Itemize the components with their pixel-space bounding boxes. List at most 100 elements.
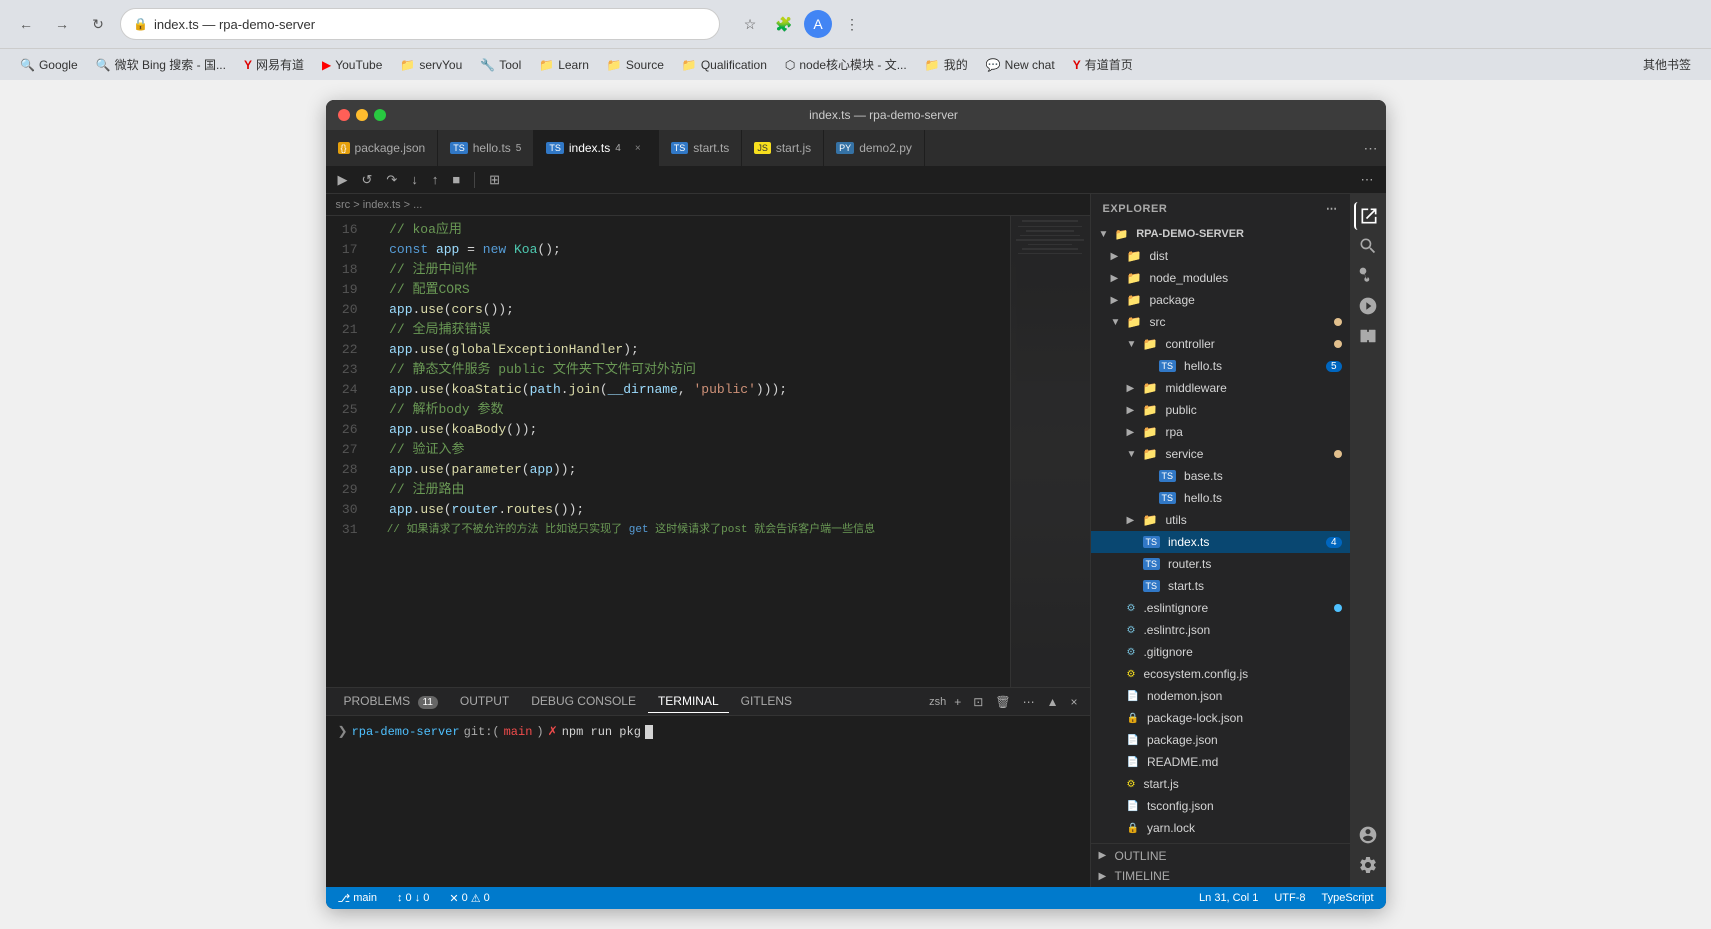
tree-item-eslintignore[interactable]: ⚙ .eslintignore: [1091, 597, 1350, 619]
bookmark-chat[interactable]: 💬 New chat: [978, 55, 1063, 75]
run-button[interactable]: ▶: [334, 170, 352, 190]
sidebar-more-button[interactable]: ⋯: [1326, 202, 1338, 215]
activity-debug-button[interactable]: [1354, 292, 1382, 320]
activity-explorer-button[interactable]: [1354, 202, 1382, 230]
tree-item-package[interactable]: ▶ 📁 package: [1091, 289, 1350, 311]
tab-terminal[interactable]: TERMINAL: [648, 690, 729, 713]
activity-search-button[interactable]: [1354, 232, 1382, 260]
tree-item-base-ts[interactable]: TS base.ts: [1091, 465, 1350, 487]
tree-item-controller[interactable]: ▼ 📁 controller: [1091, 333, 1350, 355]
bookmarks-more-button[interactable]: 其他书签: [1635, 53, 1699, 76]
bookmark-bing[interactable]: 🔍 微软 Bing 搜索 - 国...: [88, 53, 234, 76]
tab-start-ts[interactable]: TS start.ts: [659, 130, 743, 166]
tree-item-ecosystem[interactable]: ⚙ ecosystem.config.js: [1091, 663, 1350, 685]
back-button[interactable]: ←: [12, 10, 40, 38]
tab-demo2-py[interactable]: PY demo2.py: [824, 130, 925, 166]
tree-item-src[interactable]: ▼ 📁 src: [1091, 311, 1350, 333]
tree-root[interactable]: ▼ 📁 RPA-DEMO-SERVER: [1091, 223, 1350, 245]
tab-index-close[interactable]: ×: [630, 140, 646, 156]
code-content[interactable]: // koa应用 const app = new Koa(); // 注册中间件…: [366, 216, 1010, 687]
maximize-button[interactable]: [374, 109, 386, 121]
tab-hello-ts[interactable]: TS hello.ts 5: [438, 130, 534, 166]
tree-item-svc-hello[interactable]: TS hello.ts: [1091, 487, 1350, 509]
step-over-button[interactable]: ↷: [382, 170, 401, 190]
tree-item-timeline[interactable]: ▶ TIMELINE: [1091, 865, 1350, 887]
close-button[interactable]: [338, 109, 350, 121]
tree-item-start-ts[interactable]: TS start.ts: [1091, 575, 1350, 597]
statusbar-sync[interactable]: ↕ 0 ↓ 0: [393, 892, 433, 904]
terminal-close-button[interactable]: ×: [1066, 693, 1081, 711]
tree-item-pkg-json[interactable]: 📄 package.json: [1091, 729, 1350, 751]
tree-item-eslintrc[interactable]: ⚙ .eslintrc.json: [1091, 619, 1350, 641]
tab-debug-console[interactable]: DEBUG CONSOLE: [521, 690, 646, 713]
step-out-button[interactable]: ↑: [428, 170, 443, 189]
menu-button[interactable]: ⋮: [838, 10, 866, 38]
activity-settings-button[interactable]: [1354, 851, 1382, 879]
tree-item-gitignore[interactable]: ⚙ .gitignore: [1091, 641, 1350, 663]
tree-item-router-ts[interactable]: TS router.ts: [1091, 553, 1350, 575]
tree-item-rpa[interactable]: ▶ 📁 rpa: [1091, 421, 1350, 443]
bookmark-youdao[interactable]: Y 网易有道: [236, 53, 312, 76]
tree-item-yarn-lock[interactable]: 🔒 yarn.lock: [1091, 817, 1350, 839]
tree-item-middleware[interactable]: ▶ 📁 middleware: [1091, 377, 1350, 399]
tree-item-node-modules[interactable]: ▶ 📁 node_modules: [1091, 267, 1350, 289]
bookmark-star-button[interactable]: ☆: [736, 10, 764, 38]
tree-item-ctrl-hello[interactable]: TS hello.ts 5: [1091, 355, 1350, 377]
terminal-maximize-button[interactable]: ▲: [1043, 693, 1063, 711]
tab-output[interactable]: OUTPUT: [450, 690, 519, 713]
tree-item-nodemon[interactable]: 📄 nodemon.json: [1091, 685, 1350, 707]
code-area[interactable]: 16 17 18 19 20 21 22 23 24 25 26 27: [326, 216, 1010, 687]
address-bar[interactable]: 🔒 index.ts — rpa-demo-server: [120, 8, 720, 40]
tab-gitlens[interactable]: GITLENS: [731, 690, 802, 713]
tab-more-button[interactable]: ⋯: [1356, 140, 1386, 157]
terminal-split-button[interactable]: ⊡: [969, 693, 987, 711]
tab-problems[interactable]: PROBLEMS 11: [334, 690, 448, 713]
tree-item-utils[interactable]: ▶ 📁 utils: [1091, 509, 1350, 531]
tree-item-readme[interactable]: 📄 README.md: [1091, 751, 1350, 773]
split-editor-button[interactable]: ⊞: [485, 170, 504, 190]
terminal-body[interactable]: ❯ rpa-demo-server git:( main ) ✗ npm run…: [326, 716, 1090, 887]
activity-git-button[interactable]: [1354, 262, 1382, 290]
bookmark-node[interactable]: ⬡ node核心模块 - 文...: [777, 53, 915, 76]
minimize-button[interactable]: [356, 109, 368, 121]
statusbar-line-col[interactable]: Ln 31, Col 1: [1195, 892, 1262, 904]
tree-item-public[interactable]: ▶ 📁 public: [1091, 399, 1350, 421]
tree-item-index-ts[interactable]: TS index.ts 4: [1091, 531, 1350, 553]
refresh-button[interactable]: ↻: [84, 10, 112, 38]
index-ts-label: index.ts: [1168, 535, 1322, 549]
terminal-add-button[interactable]: +: [950, 693, 965, 711]
tree-item-tsconfig[interactable]: 📄 tsconfig.json: [1091, 795, 1350, 817]
tree-item-service[interactable]: ▼ 📁 service: [1091, 443, 1350, 465]
bookmark-tool[interactable]: 🔧 Tool: [472, 55, 529, 75]
bookmark-mine[interactable]: 📁 我的: [917, 53, 976, 76]
statusbar-lang[interactable]: TypeScript: [1318, 892, 1378, 904]
bookmark-google[interactable]: 🔍 Google: [12, 55, 86, 75]
tree-item-outline[interactable]: ▶ OUTLINE: [1091, 843, 1350, 865]
bookmark-servyou[interactable]: 📁 servYou: [392, 55, 470, 75]
extensions-button[interactable]: 🧩: [770, 10, 798, 38]
terminal-trash-button[interactable]: 🗑: [991, 693, 1014, 711]
tree-item-pkg-lock[interactable]: 🔒 package-lock.json: [1091, 707, 1350, 729]
stop-button[interactable]: ■: [448, 170, 464, 189]
step-in-button[interactable]: ↓: [407, 170, 422, 189]
forward-button[interactable]: →: [48, 10, 76, 38]
statusbar-encoding[interactable]: UTF-8: [1270, 892, 1309, 904]
statusbar-branch[interactable]: ⎇ main: [334, 892, 382, 905]
profile-button[interactable]: A: [804, 10, 832, 38]
bookmark-source[interactable]: 📁 Source: [599, 55, 672, 75]
more-actions-button[interactable]: ⋯: [1357, 170, 1378, 190]
statusbar-errors[interactable]: ✕ 0 ⚠ 0: [445, 892, 493, 905]
restart-button[interactable]: ↺: [358, 170, 377, 190]
tab-start-js[interactable]: JS start.js: [742, 130, 824, 166]
bookmark-youtube[interactable]: ▶ YouTube: [314, 55, 390, 75]
tree-item-start-js[interactable]: ⚙ start.js: [1091, 773, 1350, 795]
activity-extensions-button[interactable]: [1354, 322, 1382, 350]
tab-index-ts[interactable]: TS index.ts 4 ×: [534, 130, 658, 166]
tab-package-json[interactable]: {} package.json: [326, 130, 439, 166]
activity-account-button[interactable]: [1354, 821, 1382, 849]
terminal-more-button[interactable]: ⋯: [1019, 693, 1039, 711]
bookmark-learn[interactable]: 📁 Learn: [531, 55, 597, 75]
bookmark-youdao-home[interactable]: Y 有道首页: [1065, 53, 1141, 76]
tree-item-dist[interactable]: ▶ 📁 dist: [1091, 245, 1350, 267]
bookmark-qualification[interactable]: 📁 Qualification: [674, 55, 775, 75]
